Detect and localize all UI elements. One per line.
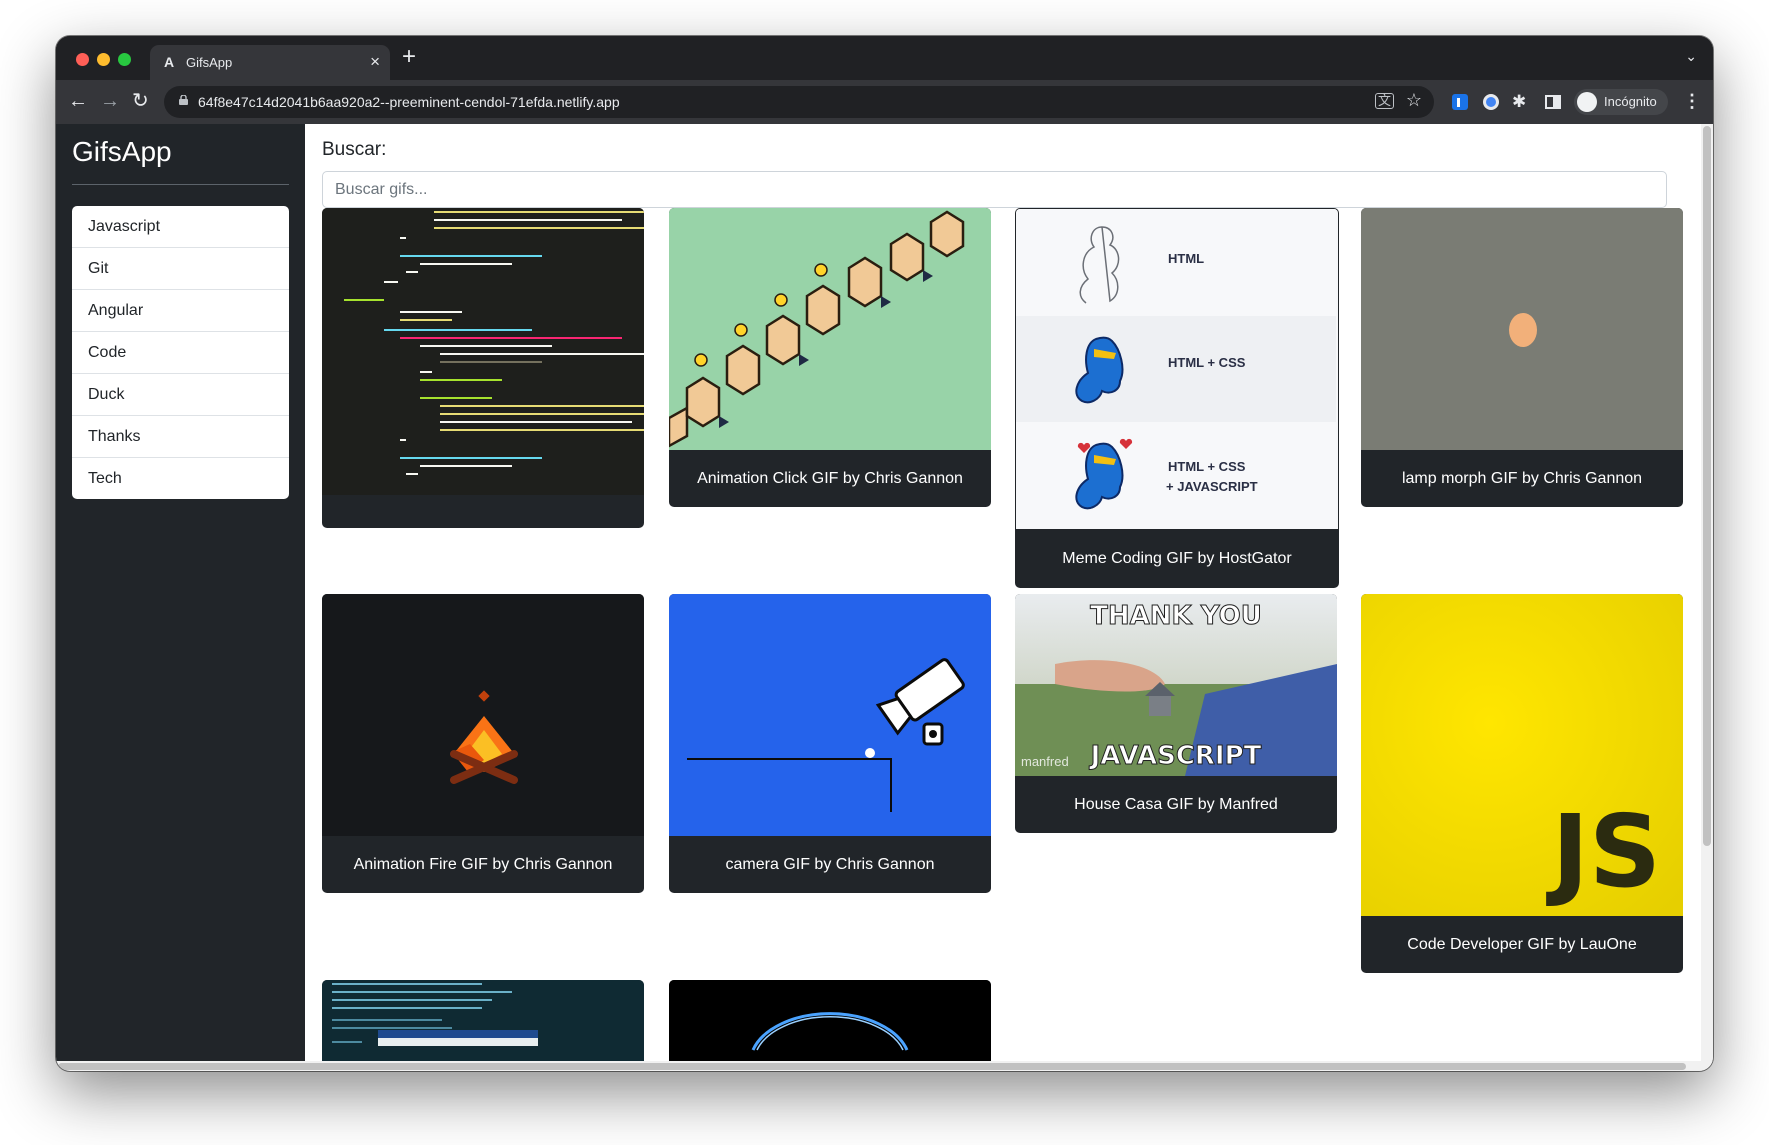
tab-title: GifsApp bbox=[186, 55, 233, 70]
meme-text-javascript: + JAVASCRIPT bbox=[1166, 479, 1258, 494]
hostgator-meme-image: HTML HTML + CSS HTML + CSS + JAVASCRIPT bbox=[1016, 209, 1336, 529]
history-item-angular[interactable]: Angular bbox=[72, 290, 289, 332]
window-close-button[interactable] bbox=[76, 53, 89, 66]
browser-tab[interactable]: A GifsApp × bbox=[150, 45, 390, 80]
search-label: Buscar: bbox=[322, 139, 387, 160]
address-bar[interactable]: 64f8e47c14d2041b6aa920a2--preeminent-cen… bbox=[164, 86, 1434, 118]
search-input[interactable] bbox=[322, 171, 1667, 208]
gif-image bbox=[669, 594, 991, 836]
main-content: Buscar: Buscar gifs... Animation Click G… bbox=[306, 124, 1713, 1071]
gif-title: Meme Coding GIF by HostGator bbox=[1062, 550, 1292, 567]
vertical-scrollbar[interactable] bbox=[1701, 124, 1713, 1071]
sidebar: GifsApp Javascript Git Angular Code Duck… bbox=[56, 124, 305, 1071]
extension-icon[interactable] bbox=[1481, 92, 1501, 112]
window-minimize-button[interactable] bbox=[97, 53, 110, 66]
gif-card[interactable]: HTML HTML + CSS HTML + CSS + JAVASCRIPT … bbox=[1015, 208, 1339, 588]
star-icon[interactable]: ☆ bbox=[1406, 90, 1422, 111]
gif-title: Animation Click GIF by Chris Gannon bbox=[697, 470, 963, 487]
url-text: 64f8e47c14d2041b6aa920a2--preeminent-cen… bbox=[198, 94, 620, 110]
gif-image bbox=[322, 208, 644, 495]
profile-button[interactable]: Incógnito bbox=[1574, 89, 1668, 115]
window-zoom-button[interactable] bbox=[118, 53, 131, 66]
meme-text-html-css: HTML + CSS bbox=[1168, 355, 1246, 370]
gif-image bbox=[322, 980, 644, 1071]
browser-toolbar: ← → ↻ 64f8e47c14d2041b6aa920a2--preemine… bbox=[56, 80, 1713, 124]
gif-card[interactable] bbox=[322, 208, 644, 528]
sidepanel-icon[interactable] bbox=[1543, 92, 1563, 112]
horizontal-scrollbar-thumb[interactable] bbox=[58, 1063, 1686, 1070]
history-list: Javascript Git Angular Code Duck Thanks … bbox=[72, 206, 289, 499]
history-item-duck[interactable]: Duck bbox=[72, 374, 289, 416]
back-icon[interactable]: ← bbox=[68, 89, 88, 113]
gif-image bbox=[322, 594, 644, 836]
tab-bar: A GifsApp × + ⌄ bbox=[56, 36, 1713, 80]
gif-image bbox=[669, 208, 991, 450]
new-tab-icon[interactable]: + bbox=[402, 44, 416, 70]
incognito-icon bbox=[1577, 92, 1597, 112]
page-viewport: GifsApp Javascript Git Angular Code Duck… bbox=[56, 124, 1713, 1071]
reload-icon[interactable]: ↻ bbox=[132, 89, 149, 113]
extension-icon[interactable] bbox=[1450, 92, 1470, 112]
translate-icon[interactable]: 文 bbox=[1374, 93, 1394, 109]
gif-card[interactable] bbox=[669, 980, 991, 1071]
profile-label: Incógnito bbox=[1604, 94, 1657, 109]
gif-card[interactable]: THANK YOU JAVASCRIPT manfred House Casa … bbox=[1015, 594, 1337, 833]
gif-top-caption: THANK YOU bbox=[1090, 601, 1262, 631]
history-item-code[interactable]: Code bbox=[72, 332, 289, 374]
horizontal-scrollbar[interactable] bbox=[56, 1061, 1713, 1071]
forward-icon[interactable]: → bbox=[100, 89, 120, 113]
gif-card[interactable] bbox=[322, 980, 644, 1071]
history-item-javascript[interactable]: Javascript bbox=[72, 206, 289, 248]
gif-title: Animation Fire GIF by Chris Gannon bbox=[353, 856, 613, 873]
gif-card[interactable]: camera GIF by Chris Gannon bbox=[669, 594, 991, 893]
gif-image bbox=[669, 980, 991, 1071]
gif-bottom-caption: JAVASCRIPT bbox=[1089, 741, 1262, 771]
gif-title: camera GIF by Chris Gannon bbox=[725, 856, 935, 873]
history-item-thanks[interactable]: Thanks bbox=[72, 416, 289, 458]
meme-text-html-css-2: HTML + CSS bbox=[1168, 459, 1246, 474]
close-icon[interactable]: × bbox=[370, 52, 380, 72]
history-item-tech[interactable]: Tech bbox=[72, 458, 289, 499]
gif-image: HTML HTML + CSS HTML + CSS + JAVASCRIPT bbox=[1016, 209, 1338, 529]
gif-card[interactable]: Animation Fire GIF by Chris Gannon bbox=[322, 594, 644, 893]
gif-image: JS bbox=[1361, 594, 1683, 916]
gif-card[interactable]: Animation Click GIF by Chris Gannon bbox=[669, 208, 991, 507]
gif-title bbox=[322, 471, 644, 528]
divider bbox=[72, 184, 289, 185]
browser-window: A GifsApp × + ⌄ ← → ↻ 64f8e47c14d2041b6a… bbox=[56, 36, 1713, 1071]
gif-image bbox=[1361, 208, 1683, 450]
history-item-git[interactable]: Git bbox=[72, 248, 289, 290]
gif-watermark: manfred bbox=[1021, 754, 1069, 769]
meme-text-html: HTML bbox=[1168, 251, 1204, 266]
gif-title: Code Developer GIF by LauOne bbox=[1407, 936, 1637, 953]
angular-favicon-icon: A bbox=[164, 54, 175, 70]
chevron-down-icon[interactable]: ⌄ bbox=[1685, 48, 1697, 65]
menu-icon[interactable]: ⋮ bbox=[1683, 90, 1701, 112]
js-logo-text: JS bbox=[1546, 793, 1661, 910]
vertical-scrollbar-thumb[interactable] bbox=[1703, 126, 1711, 846]
gif-title: lamp morph GIF by Chris Gannon bbox=[1401, 470, 1643, 487]
gif-card[interactable]: JS Code Developer GIF by LauOne bbox=[1361, 594, 1683, 973]
gif-title: House Casa GIF by Manfred bbox=[1074, 796, 1278, 813]
gif-image: THANK YOU JAVASCRIPT manfred bbox=[1015, 594, 1337, 776]
lock-icon bbox=[179, 95, 188, 105]
gif-card[interactable]: lamp morph GIF by Chris Gannon bbox=[1361, 208, 1683, 507]
puzzle-extensions-icon[interactable]: ✱ bbox=[1512, 92, 1532, 112]
app-title: GifsApp bbox=[72, 136, 172, 167]
